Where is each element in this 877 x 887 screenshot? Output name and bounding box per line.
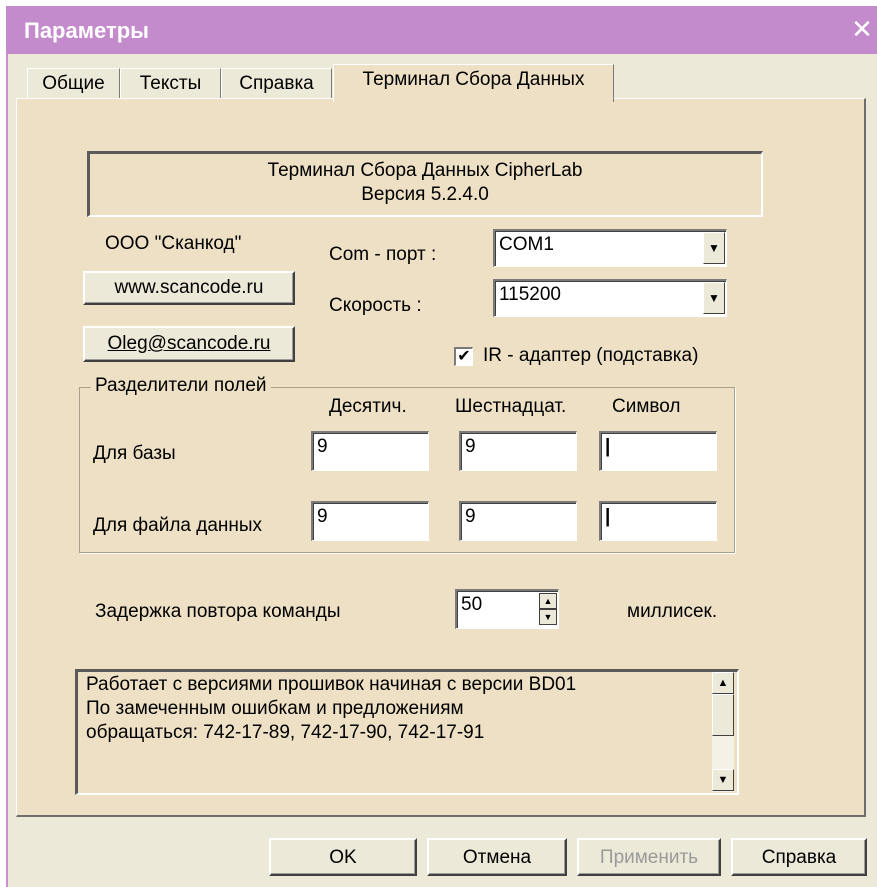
datafile-decimal-input[interactable]: 9 [311, 501, 429, 541]
datafile-symbol-input[interactable]: | [599, 501, 717, 541]
spin-up-icon[interactable]: ▲ [539, 593, 557, 609]
company-name: ООО "Сканкод" [105, 233, 242, 254]
row-label-database: Для базы [93, 443, 176, 464]
ir-adapter-label[interactable]: IR - адаптер (подставка) [483, 345, 698, 367]
tab-texts[interactable]: Тексты [120, 68, 221, 100]
notes-memo[interactable]: Работает с версиями прошивок начиная с в… [75, 669, 739, 795]
datafile-hex-input[interactable]: 9 [459, 501, 577, 541]
notes-scrollbar[interactable]: ▲ ▼ [712, 672, 734, 792]
speed-label: Скорость : [329, 295, 422, 316]
scroll-thumb[interactable] [712, 694, 734, 736]
row-label-datafile: Для файла данных [93, 515, 263, 536]
com-port-select[interactable]: COM1 [493, 229, 727, 267]
product-info-box: Терминал Сбора Данных CipherLab Версия 5… [87, 151, 763, 217]
email-button[interactable]: Oleg@scancode.ru [83, 326, 295, 362]
notes-line: По замеченным ошибкам и предложениям [86, 698, 464, 719]
tab-help[interactable]: Справка [221, 68, 332, 100]
separators-group-label: Разделители полей [91, 375, 271, 397]
delay-unit: миллисек. [627, 601, 718, 622]
column-symbol: Символ [612, 396, 681, 417]
database-hex-input[interactable]: 9 [459, 431, 577, 471]
ir-adapter-checkbox[interactable]: ✔ [454, 347, 473, 366]
title-bar: Параметры ✕ [6, 6, 877, 54]
database-symbol-input[interactable]: | [599, 431, 717, 471]
database-decimal-input[interactable]: 9 [311, 431, 429, 471]
tab-panel-terminal: Терминал Сбора Данных CipherLab Версия 5… [16, 98, 866, 817]
ok-button[interactable]: OK [269, 838, 417, 876]
delay-label: Задержка повтора команды [95, 601, 341, 622]
close-icon[interactable]: ✕ [847, 14, 877, 45]
apply-button[interactable]: Применить [577, 838, 721, 876]
cancel-button[interactable]: Отмена [427, 838, 567, 876]
product-version: Версия 5.2.4.0 [361, 184, 489, 205]
tab-general[interactable]: Общие [27, 68, 120, 100]
notes-line: обращаться: 742-17-89, 742-17-90, 742-17… [86, 722, 485, 743]
scroll-up-icon[interactable]: ▲ [712, 672, 734, 694]
help-button[interactable]: Справка [731, 838, 867, 876]
website-button[interactable]: www.scancode.ru [83, 271, 295, 305]
scroll-down-icon[interactable]: ▼ [712, 769, 734, 791]
com-port-label: Com - порт : [329, 244, 437, 265]
chevron-down-icon[interactable]: ▼ [703, 282, 725, 314]
window-title: Параметры [24, 18, 149, 43]
column-decimal: Десятич. [329, 396, 407, 417]
chevron-down-icon[interactable]: ▼ [703, 232, 725, 264]
tab-terminal[interactable]: Терминал Сбора Данных [333, 64, 614, 102]
notes-line: Работает с версиями прошивок начиная с в… [86, 674, 577, 695]
product-name: Терминал Сбора Данных CipherLab [267, 160, 583, 181]
column-hex: Шестнадцат. [455, 396, 567, 417]
speed-select[interactable]: 115200 [493, 279, 727, 317]
spin-down-icon[interactable]: ▼ [539, 609, 557, 625]
